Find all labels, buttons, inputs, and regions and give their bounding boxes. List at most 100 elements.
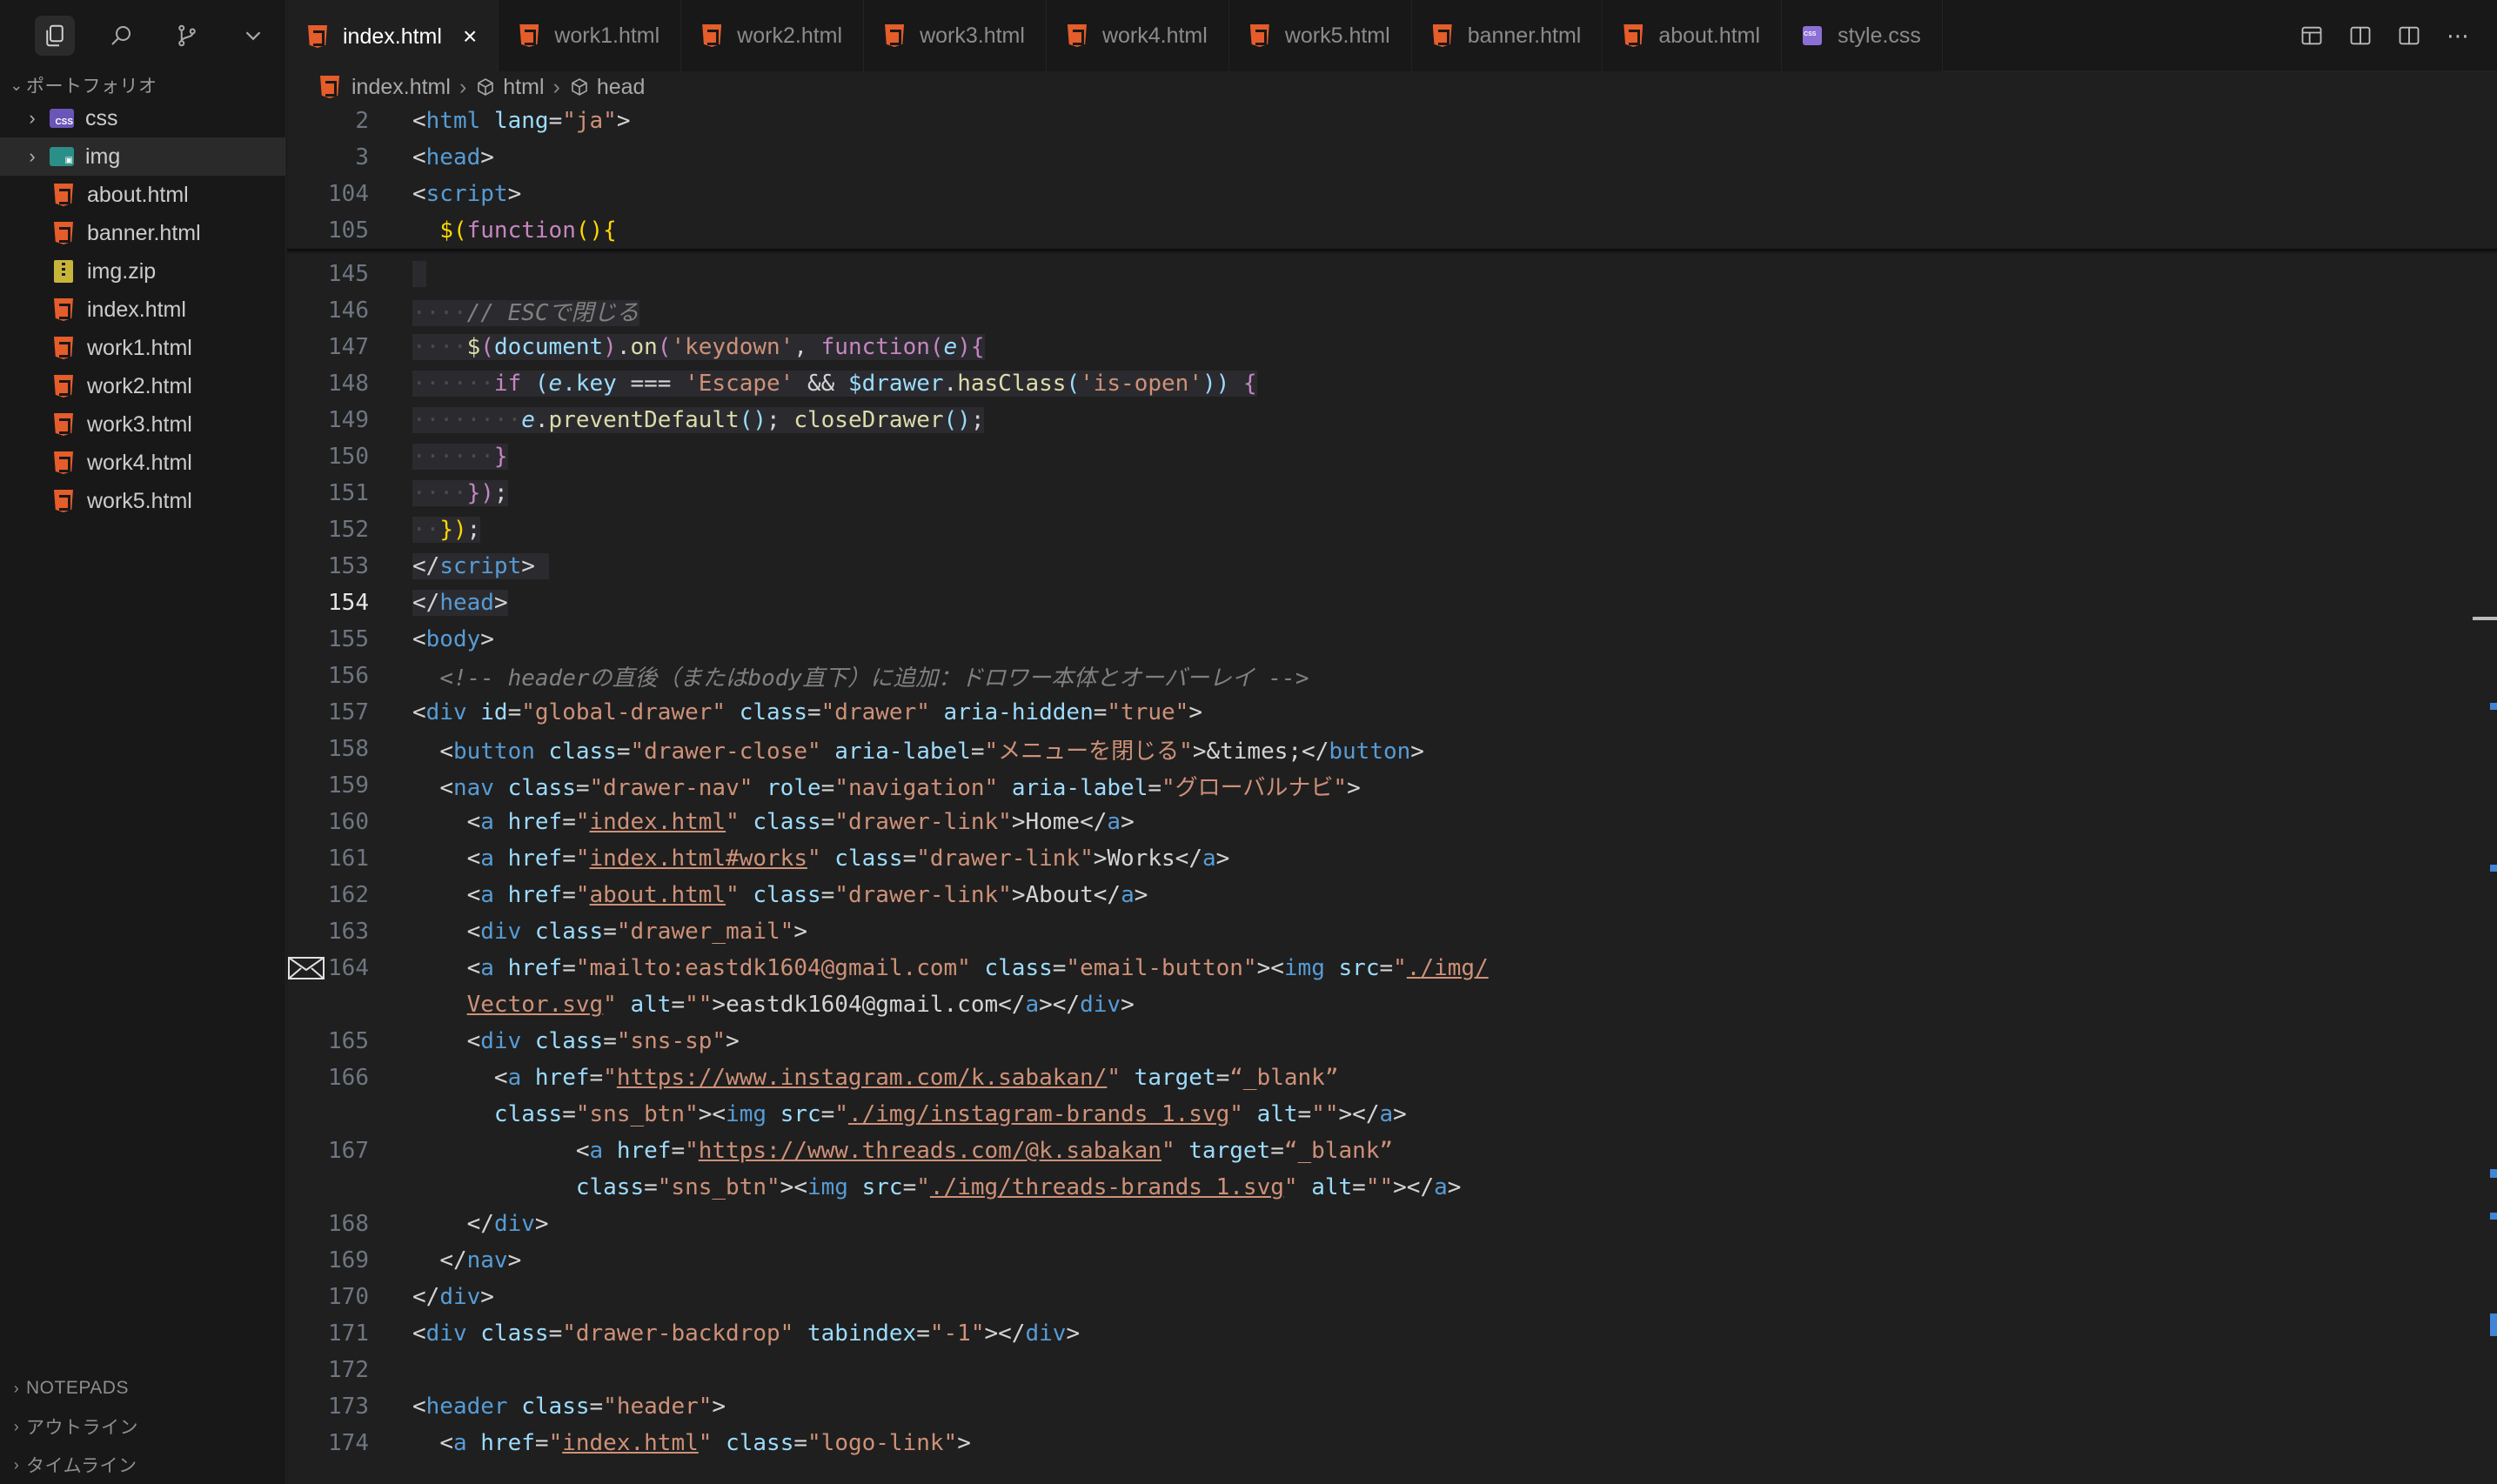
code-line[interactable]: 167 <a href="https://www.threads.com/@k.… <box>287 1133 2462 1169</box>
tab-banner-html[interactable]: banner.html <box>1411 0 1603 71</box>
line-number: 173 <box>328 1394 369 1420</box>
code-line[interactable]: 165 <div class="sns-sp"> <box>287 1023 2462 1060</box>
line-number: 147 <box>328 334 369 360</box>
tree-item-index-html[interactable]: index.html <box>0 291 285 329</box>
tree-item-label: work5.html <box>87 488 192 513</box>
code-line[interactable]: 162 <a href="about.html" class="drawer-l… <box>287 877 2462 913</box>
breadcrumb-file[interactable]: index.html <box>351 75 451 100</box>
tree-item-work2-html[interactable]: work2.html <box>0 367 285 405</box>
code-line[interactable]: 173 <header class="header"> <box>287 1388 2462 1425</box>
code-text: class="sns_btn"><img src="./img/instagra… <box>493 1101 1407 1127</box>
tree-item-work5-html[interactable]: work5.html <box>0 482 285 520</box>
code-line[interactable]: 171 <div class="drawer-backdrop" tabindex… <box>287 1315 2462 1352</box>
tab-about-html[interactable]: about.html <box>1603 0 1783 71</box>
code-line[interactable]: 168 </div> <box>287 1206 2462 1242</box>
tab-work3-html[interactable]: work3.html <box>864 0 1047 71</box>
close-icon[interactable]: × <box>463 23 477 50</box>
code-line[interactable]: 105 $(function(){ <box>287 212 2462 249</box>
tree-item-label: work4.html <box>87 450 192 475</box>
code-line[interactable]: 2 <html lang="ja"> <box>287 103 2462 139</box>
tab-style-css[interactable]: style.css <box>1782 0 1943 71</box>
tree-item-label: index.html <box>87 297 186 322</box>
project-section-header[interactable]: ⌄ ポートフォリオ <box>0 71 285 99</box>
code-line[interactable]: 155 <body> <box>287 621 2462 658</box>
code-line[interactable]: 147 ····$(document).on('keydown', functio… <box>287 329 2462 365</box>
tree-item-work3-html[interactable]: work3.html <box>0 405 285 444</box>
chevron-down-icon[interactable] <box>233 16 273 56</box>
search-icon[interactable] <box>101 16 141 56</box>
code-line[interactable]: 148 ······if (e.key === 'Escape' && $draw… <box>287 365 2462 402</box>
line-number: 172 <box>328 1357 369 1383</box>
tab-work2-html[interactable]: work2.html <box>681 0 865 71</box>
code-line[interactable]: 146 ····// ESCで閉じる <box>287 292 2462 329</box>
code-line[interactable]: 152 ··}); <box>287 511 2462 548</box>
line-number: 104 <box>328 181 369 207</box>
tree-item-banner-html[interactable]: banner.html <box>0 214 285 252</box>
tab-work5-html[interactable]: work5.html <box>1228 0 1412 71</box>
code-editor[interactable]: 2 <html lang="ja"> 3 <head> 104 <script> 105 $… <box>287 103 2497 1484</box>
code-line[interactable]: 154 </head> <box>287 585 2462 621</box>
code-line[interactable]: 166 <a href="https://www.instagram.com/k… <box>287 1060 2462 1096</box>
code-line[interactable]: 172 <box>287 1352 2462 1388</box>
code-line[interactable]: 156 <!-- headerの直後（またはbody直下）に追加：ドロワー本体と… <box>287 658 2462 694</box>
breadcrumb-head[interactable]: head <box>597 75 646 100</box>
line-number: 162 <box>328 882 369 908</box>
code-line[interactable]: 170 </div> <box>287 1279 2462 1315</box>
line-number: 105 <box>328 217 369 244</box>
code-line[interactable]: Vector.svg" alt="">eastdk1604@gmail.com<… <box>287 986 2462 1023</box>
code-text: <a href="index.html" class="drawer-link"… <box>466 809 1135 835</box>
line-number: 168 <box>328 1211 369 1237</box>
layout-icon[interactable] <box>2299 23 2325 49</box>
tree-item-css[interactable]: › CSS css <box>0 99 285 137</box>
code-line[interactable]: 3 <head> <box>287 139 2462 176</box>
html-file-icon <box>50 411 77 438</box>
tree-item-img-zip[interactable]: img.zip <box>0 252 285 291</box>
code-line[interactable]: 104 <script> <box>287 176 2462 212</box>
code-line[interactable]: 163 <div class="drawer_mail"> <box>287 913 2462 950</box>
source-control-icon[interactable] <box>167 16 207 56</box>
more-actions-icon[interactable]: ⋯ <box>2445 23 2471 49</box>
code-line[interactable]: 161 <a href="index.html#works" class="dr… <box>287 840 2462 877</box>
code-text: <div id="global-drawer" class="drawer" a… <box>412 699 1202 725</box>
code-line[interactable]: 153 </script> <box>287 548 2462 585</box>
tab-work1-html[interactable]: work1.html <box>499 0 682 71</box>
code-text: <button class="drawer-close" aria-label=… <box>439 738 1424 765</box>
change-marker <box>2490 1169 2497 1178</box>
panel-header[interactable]: › NOTEPADS <box>0 1369 286 1407</box>
panel-header[interactable]: › タイムライン <box>0 1446 286 1484</box>
tree-item-img[interactable]: › ▣ img <box>0 137 285 176</box>
tree-item-work4-html[interactable]: work4.html <box>0 444 285 482</box>
code-text: ··}); <box>412 517 481 543</box>
change-marker <box>2490 865 2497 872</box>
code-text: class="sns_btn"><img src="./img/threads-… <box>575 1174 1462 1200</box>
chevron-right-icon: › <box>29 107 36 129</box>
code-line[interactable]: 164 <a href="mailto:eastdk1604@gmail.com… <box>287 950 2462 986</box>
code-line[interactable]: 151 ····}); <box>287 475 2462 511</box>
code-line[interactable]: 157 <div id="global-drawer" class="drawer… <box>287 694 2462 731</box>
code-line[interactable]: class="sns_btn"><img src="./img/instagra… <box>287 1096 2462 1133</box>
code-line[interactable]: 149 ········e.preventDefault(); closeDraw… <box>287 402 2462 438</box>
tree-item-work1-html[interactable]: work1.html <box>0 329 285 367</box>
split-editor-icon[interactable] <box>2396 23 2422 49</box>
code-line[interactable]: 174 <a href="index.html" class="logo-lin… <box>287 1425 2462 1461</box>
change-marker <box>2490 703 2497 710</box>
breadcrumb-html[interactable]: html <box>503 75 544 100</box>
code-text: <a href="mailto:eastdk1604@gmail.com" cl… <box>466 955 1489 981</box>
code-line[interactable]: 160 <a href="index.html" class="drawer-l… <box>287 804 2462 840</box>
code-line[interactable]: 158 <button class="drawer-close" aria-la… <box>287 731 2462 767</box>
code-line[interactable]: 169 </nav> <box>287 1242 2462 1279</box>
line-number: 161 <box>328 846 369 872</box>
code-text: <div class="sns-sp"> <box>466 1028 740 1054</box>
code-line[interactable]: class="sns_btn"><img src="./img/threads-… <box>287 1169 2462 1206</box>
toggle-panel-icon[interactable] <box>2347 23 2373 49</box>
code-line[interactable]: 150 ······} <box>287 438 2462 475</box>
tab-work4-html[interactable]: work4.html <box>1046 0 1229 71</box>
panel-header[interactable]: › アウトライン <box>0 1407 286 1446</box>
tab-index-html[interactable]: index.html × <box>287 0 499 71</box>
line-number: 155 <box>328 626 369 652</box>
tree-item-about-html[interactable]: about.html <box>0 176 285 214</box>
code-line[interactable]: 145 <box>287 256 2462 292</box>
explorer-icon[interactable] <box>35 16 75 56</box>
code-line[interactable]: 159 <nav class="drawer-nav" role="naviga… <box>287 767 2462 804</box>
tree-item-label: about.html <box>87 182 189 207</box>
